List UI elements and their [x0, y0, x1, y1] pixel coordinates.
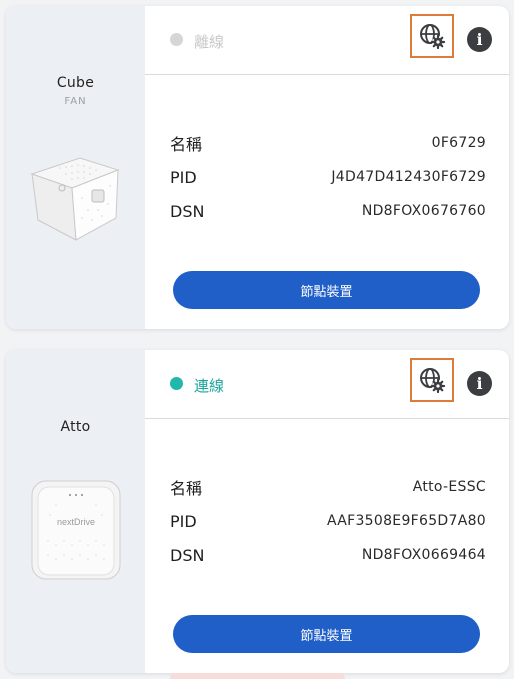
atto-device-image: nextDrive — [31, 480, 121, 580]
dsn-label: DSN — [170, 545, 205, 565]
globe-gear-icon — [420, 24, 446, 50]
product-name: Atto — [60, 419, 91, 435]
pid-value: J4D47D412430F6729 — [331, 169, 486, 185]
info-icon: i — [476, 30, 483, 49]
pid-label: PID — [170, 511, 197, 531]
status-indicator-icon — [170, 377, 183, 390]
status-indicator-icon — [170, 33, 183, 46]
pid-value: AAF3508E9F65D7A80 — [326, 513, 486, 529]
info-row-pid: PID AAF3508E9F65D7A80 — [170, 504, 486, 538]
info-row-dsn: DSN ND8FOX0669464 — [170, 538, 486, 572]
dsn-label: DSN — [170, 201, 205, 221]
device-info-table: 名稱 0F6729 PID J4D47D412430F6729 DSN ND8F… — [170, 126, 486, 228]
device-card: Cube FAN 離線 i 名稱 0F6729 PID J4D47D412430… — [6, 6, 509, 329]
network-settings-button[interactable] — [410, 14, 454, 58]
device-preview-panel: Cube FAN — [6, 6, 145, 329]
info-icon: i — [476, 374, 483, 393]
status-row: 離線 i — [145, 6, 509, 75]
globe-gear-icon — [420, 368, 446, 394]
device-info-table: 名稱 Atto-ESSC PID AAF3508E9F65D7A80 DSN N… — [170, 470, 486, 572]
cube-device-image — [30, 157, 120, 241]
node-device-button[interactable]: 節點裝置 — [173, 615, 480, 653]
next-card-peek — [170, 673, 345, 679]
network-settings-button[interactable] — [410, 358, 454, 402]
connection-status: 連線 — [194, 377, 225, 395]
info-button[interactable]: i — [467, 371, 492, 396]
info-row-name: 名稱 Atto-ESSC — [170, 470, 486, 504]
product-name: Cube — [56, 75, 95, 91]
info-row-dsn: DSN ND8FOX0676760 — [170, 194, 486, 228]
device-logo-text: nextDrive — [57, 517, 95, 527]
dsn-value: ND8FOX0669464 — [361, 547, 486, 563]
info-row-pid: PID J4D47D412430F6729 — [170, 160, 486, 194]
device-detail-panel: 連線 i 名稱 Atto-ESSC PID AAF3508E9F65D7A80 … — [145, 350, 509, 673]
connection-status: 離線 — [194, 33, 225, 51]
product-type: FAN — [64, 96, 87, 107]
name-label: 名稱 — [170, 479, 203, 498]
node-device-button[interactable]: 節點裝置 — [173, 271, 480, 309]
name-value: 0F6729 — [431, 135, 486, 151]
device-detail-panel: 離線 i 名稱 0F6729 PID J4D47D412430F6729 DSN… — [145, 6, 509, 329]
device-preview-panel: Atto nextDrive — [6, 350, 145, 673]
name-value: Atto-ESSC — [412, 479, 486, 495]
device-list-page: Cube FAN 離線 i 名稱 0F6729 PID J4D47D412430… — [0, 0, 514, 679]
pid-label: PID — [170, 167, 197, 187]
dsn-value: ND8FOX0676760 — [361, 203, 486, 219]
info-button[interactable]: i — [467, 27, 492, 52]
info-row-name: 名稱 0F6729 — [170, 126, 486, 160]
status-row: 連線 i — [145, 350, 509, 419]
device-card: Atto nextDrive 連線 i 名稱 Atto-ESSC PID AAF… — [6, 350, 509, 673]
name-label: 名稱 — [170, 135, 203, 154]
